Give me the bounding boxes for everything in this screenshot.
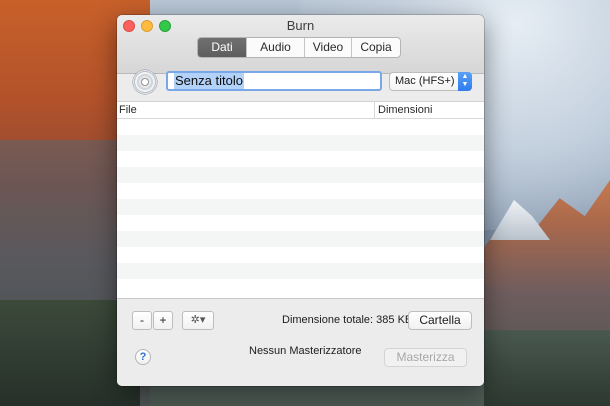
filesystem-select-value: Mac (HFS+) (395, 75, 455, 87)
total-size-label: Dimensione totale: 385 KB (282, 314, 413, 326)
table-row (117, 231, 484, 247)
table-row (117, 279, 484, 295)
table-row (117, 247, 484, 263)
column-header-size[interactable]: Dimensioni (374, 102, 432, 118)
tab-video[interactable]: Video (305, 38, 352, 57)
remove-item-button[interactable]: - (132, 311, 152, 330)
recorder-status-label: Nessun Masterizzatore (249, 345, 362, 357)
table-row (117, 151, 484, 167)
column-header-file[interactable]: File (119, 102, 137, 118)
gear-icon: ✲▾ (190, 314, 206, 326)
filesystem-select[interactable]: Mac (HFS+) ▲ ▼ (389, 72, 472, 91)
tab-copia[interactable]: Copia (352, 38, 400, 57)
help-button[interactable]: ? (135, 349, 151, 365)
table-row (117, 215, 484, 231)
valley (484, 330, 610, 406)
window-title: Burn (286, 18, 315, 33)
table-header: File Dimensioni (117, 102, 484, 119)
desktop-background: Burn Dati Audio Video Copia Senza titolo… (0, 0, 610, 406)
table-row (117, 263, 484, 279)
cd-disc-icon (133, 70, 157, 94)
burn-window: Burn Dati Audio Video Copia Senza titolo… (117, 15, 484, 386)
tab-audio[interactable]: Audio (247, 38, 305, 57)
burn-button[interactable]: Masterizza (384, 348, 467, 367)
table-row (117, 199, 484, 215)
titlebar: Burn Dati Audio Video Copia (117, 15, 484, 74)
file-table[interactable]: File Dimensioni (117, 101, 484, 298)
chevron-updown-icon: ▲ ▼ (458, 72, 472, 91)
add-item-button[interactable]: + (153, 311, 173, 330)
bottom-bar: - + ✲▾ Dimensione totale: 385 KB Cartell… (117, 298, 484, 386)
gear-menu-button[interactable]: ✲▾ (182, 311, 214, 330)
folder-button[interactable]: Cartella (408, 311, 472, 330)
table-row (117, 135, 484, 151)
disc-name-value: Senza titolo (174, 73, 244, 89)
tab-bar: Dati Audio Video Copia (197, 37, 401, 58)
table-row (117, 183, 484, 199)
table-row (117, 119, 484, 135)
tab-dati[interactable]: Dati (198, 38, 247, 57)
table-row (117, 167, 484, 183)
